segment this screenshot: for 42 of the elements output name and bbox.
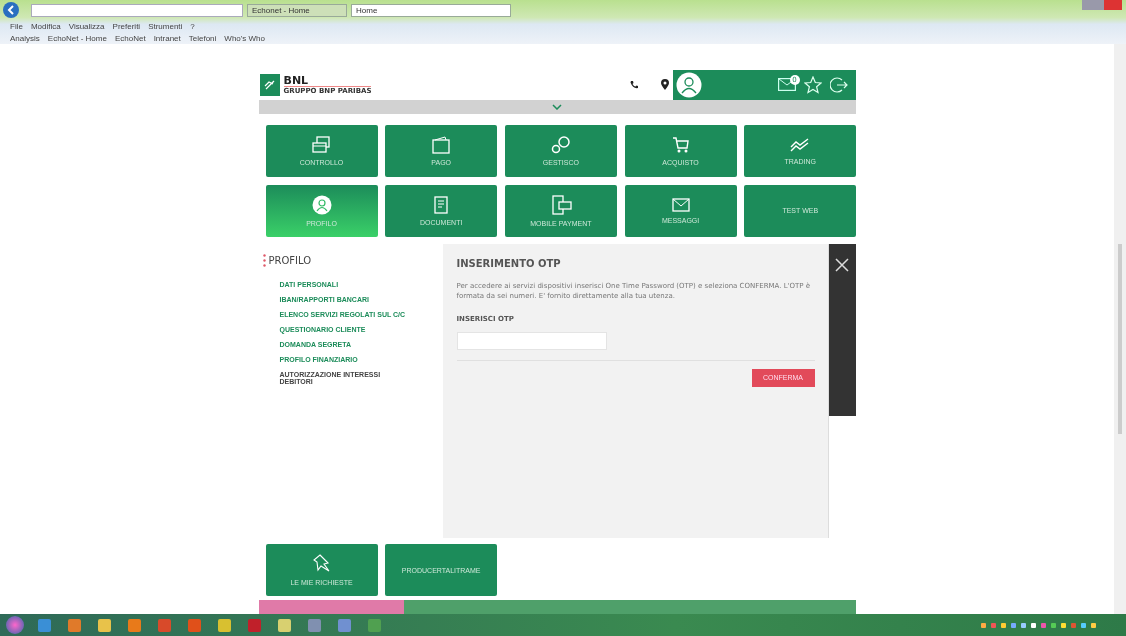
window-controls-icon[interactable] [1082,0,1122,10]
menu-item[interactable]: Modifica [30,21,61,31]
gears-icon [550,135,571,154]
menu-item[interactable]: File [10,21,23,31]
scrollbar[interactable] [1114,44,1126,614]
favorite-link[interactable]: Who's Who [224,33,265,43]
favorite-link[interactable]: Analysis [10,33,40,43]
close-icon[interactable] [835,257,849,272]
menu-item[interactable]: Preferiti [112,21,141,31]
user-avatar-icon[interactable] [675,71,702,98]
user-icon [311,194,332,215]
menu-item[interactable]: Visualizza [68,21,105,31]
star-icon[interactable] [803,75,822,94]
logo-icon [259,73,280,96]
wallet-icon [432,135,451,154]
address-field[interactable] [31,3,243,17]
phone-icon[interactable] [628,79,639,90]
card-icon [311,135,332,154]
menu-item[interactable]: Strumenti [148,21,183,31]
back-button[interactable] [3,2,19,18]
document-icon [434,195,449,214]
logout-icon[interactable] [829,75,848,94]
favorite-link[interactable]: EchoNet - Home [47,33,107,43]
panel-title: INSERIMENTO OTP [456,257,562,269]
mobile-payment-icon [549,194,572,215]
logo-text: BNL [283,74,310,86]
favorite-link[interactable]: Telefoni [188,33,217,43]
start-button[interactable] [6,616,24,634]
browser-tab[interactable]: Home [351,3,511,17]
browser-tab[interactable]: Echonet - Home [247,3,347,17]
location-pin-icon[interactable] [660,79,669,91]
trend-chart-icon [790,136,811,153]
favorite-link[interactable]: EchoNet [114,33,146,43]
favorite-link[interactable]: Intranet [153,33,181,43]
mail-icon[interactable] [777,78,796,92]
menu-item[interactable]: ? [190,21,195,31]
dots-icon [262,253,266,267]
envelope-icon [671,197,690,212]
sidebar-title: PROFILO [268,254,312,266]
cart-icon [671,135,690,154]
collapse-bar[interactable] [258,99,856,114]
otp-input-field[interactable] [456,331,607,350]
